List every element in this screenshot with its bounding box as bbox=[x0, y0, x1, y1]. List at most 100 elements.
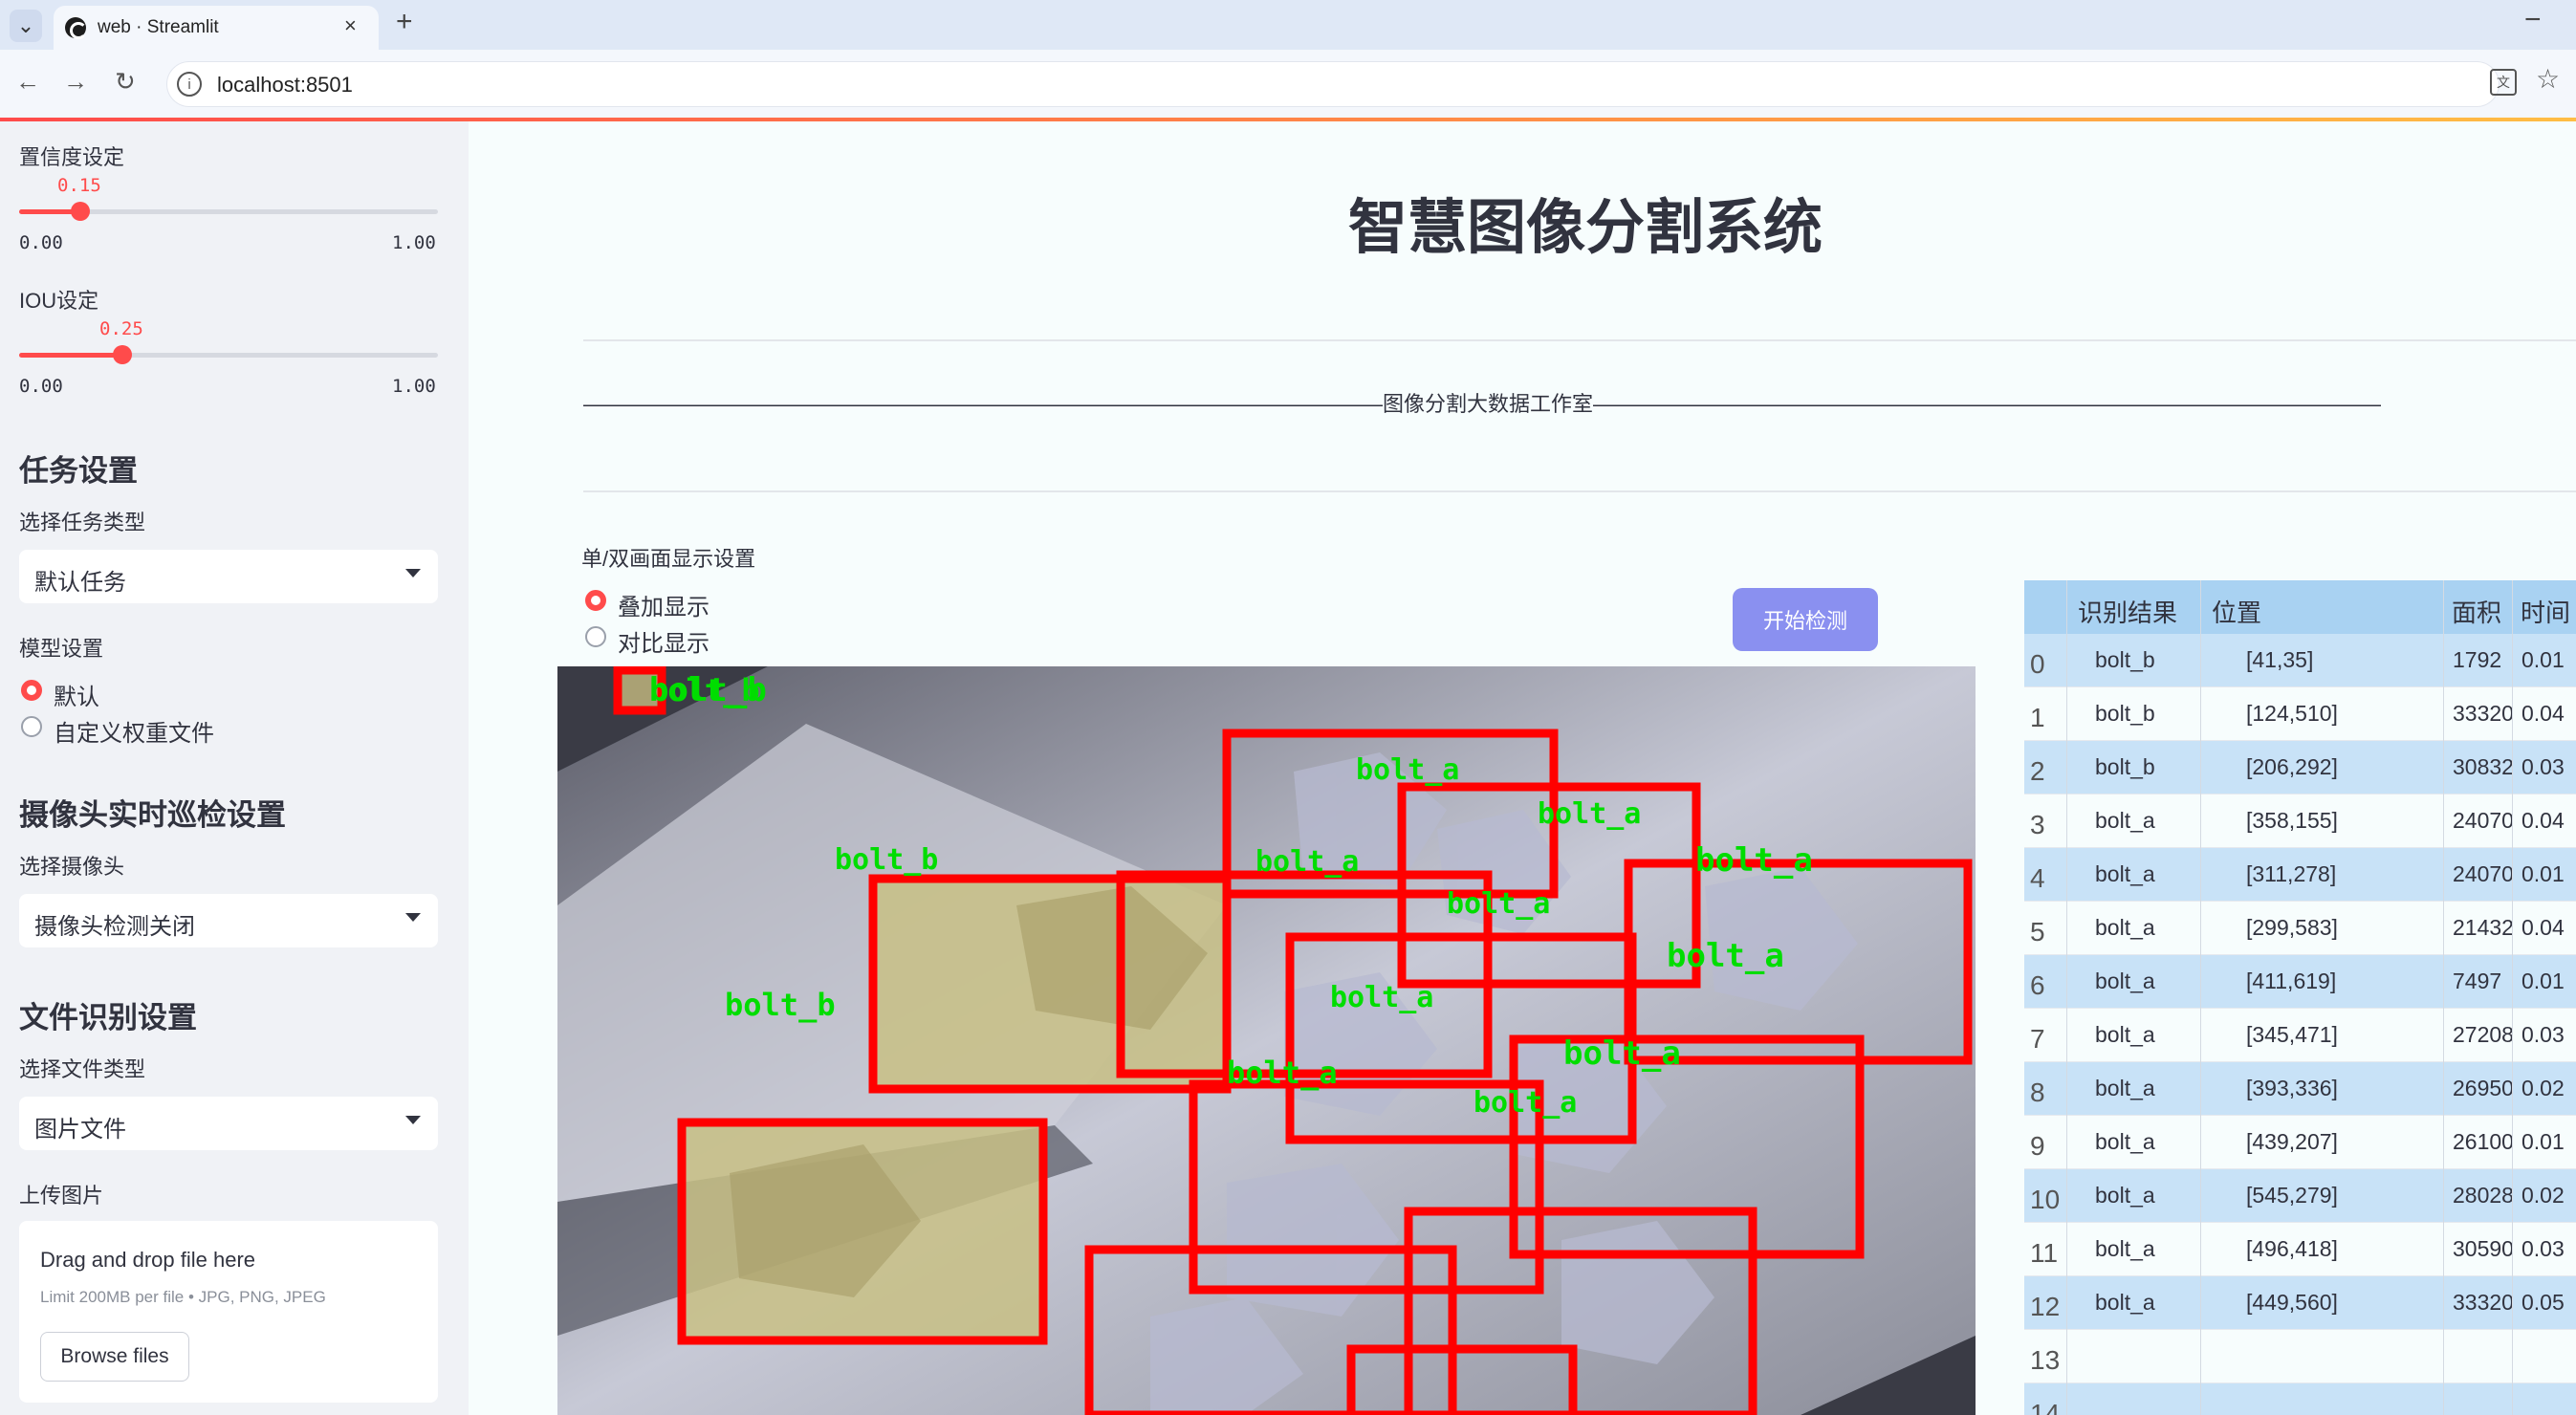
cell-time: 0.03 bbox=[2521, 1236, 2565, 1261]
site-info-icon[interactable]: i bbox=[177, 72, 202, 97]
confidence-label: 置信度设定 bbox=[19, 145, 125, 169]
table-row[interactable]: 10 bolt_a [545,279] 28028 0.02 bbox=[2024, 1169, 2576, 1223]
table-row[interactable]: 14 bbox=[2024, 1383, 2576, 1415]
table-row[interactable]: 0 bolt_b [41,35] 1792 0.01 bbox=[2024, 634, 2576, 687]
col-header-position[interactable]: 位置 bbox=[2212, 594, 2261, 629]
chevron-down-icon bbox=[405, 913, 421, 922]
minimize-icon[interactable]: − bbox=[2524, 4, 2542, 36]
confidence-max: 1.00 bbox=[392, 232, 436, 253]
table-row[interactable]: 2 bolt_b [206,292] 30832 0.03 bbox=[2024, 741, 2576, 795]
start-detection-button[interactable]: 开始检测 bbox=[1733, 588, 1878, 651]
col-header-time[interactable]: 时间 bbox=[2521, 594, 2570, 629]
iou-min: 0.00 bbox=[19, 376, 63, 397]
col-header-area[interactable]: 面积 bbox=[2452, 594, 2501, 629]
cell-result: bolt_a bbox=[2095, 1129, 2155, 1154]
table-row[interactable]: 13 bbox=[2024, 1330, 2576, 1383]
model-custom-radio[interactable] bbox=[21, 716, 42, 737]
table-row[interactable]: 6 bolt_a [411,619] 7497 0.01 bbox=[2024, 955, 2576, 1009]
row-index: 14 bbox=[2030, 1399, 2061, 1415]
overlay-label[interactable]: 叠加显示 bbox=[618, 588, 709, 621]
cell-area: 7497 bbox=[2453, 969, 2502, 993]
translate-icon[interactable]: 文 bbox=[2490, 69, 2517, 96]
cell-position: [411,619] bbox=[2246, 969, 2337, 993]
camera-value: 摄像头检测关闭 bbox=[34, 914, 195, 940]
row-index: 10 bbox=[2030, 1185, 2061, 1214]
compare-radio[interactable] bbox=[585, 626, 606, 647]
row-index: 3 bbox=[2030, 810, 2045, 839]
file-uploader-dropzone[interactable]: Drag and drop file here Limit 200MB per … bbox=[19, 1221, 438, 1403]
cell-time: 0.01 bbox=[2521, 861, 2565, 886]
model-default-radio[interactable] bbox=[21, 680, 42, 701]
box-label: bolt_b bbox=[835, 843, 938, 877]
model-default-label[interactable]: 默认 bbox=[54, 678, 99, 711]
cell-result: bolt_a bbox=[2095, 1183, 2155, 1208]
file-section-heading: 文件识别设置 bbox=[19, 1001, 197, 1034]
browser-tab[interactable]: web · Streamlit × bbox=[54, 6, 379, 50]
row-index: 8 bbox=[2030, 1078, 2045, 1107]
box-label: bolt_b bbox=[649, 672, 760, 708]
address-field[interactable]: i localhost:8501 bbox=[166, 61, 2500, 107]
browse-files-button[interactable]: Browse files bbox=[40, 1332, 189, 1382]
file-type-select[interactable]: 图片文件 bbox=[19, 1097, 438, 1150]
row-index: 7 bbox=[2030, 1024, 2045, 1054]
cell-area: 30832 bbox=[2453, 754, 2514, 779]
cell-result: bolt_b bbox=[2095, 754, 2155, 779]
box-label: bolt_a bbox=[1330, 981, 1433, 1014]
task-type-select[interactable]: 默认任务 bbox=[19, 550, 438, 603]
confidence-slider-thumb[interactable] bbox=[71, 202, 90, 221]
col-header-result[interactable]: 识别结果 bbox=[2078, 594, 2177, 629]
browser-tab-bar: ⌄ web · Streamlit × + − bbox=[0, 0, 2576, 50]
cell-position: [496,418] bbox=[2246, 1236, 2338, 1261]
cell-area: 1792 bbox=[2453, 647, 2502, 672]
forward-icon[interactable]: → bbox=[63, 67, 88, 97]
camera-select[interactable]: 摄像头检测关闭 bbox=[19, 894, 438, 947]
confidence-min: 0.00 bbox=[19, 232, 63, 253]
table-row[interactable]: 3 bolt_a [358,155] 24070 0.04 bbox=[2024, 795, 2576, 848]
table-row[interactable]: 12 bolt_a [449,560] 33320 0.05 bbox=[2024, 1276, 2576, 1330]
box-label: bolt_a bbox=[1227, 1055, 1338, 1091]
overlay-radio[interactable] bbox=[585, 590, 606, 611]
table-row[interactable]: 4 bolt_a [311,278] 24070 0.01 bbox=[2024, 848, 2576, 902]
table-header: 识别结果 位置 面积 时间 bbox=[2024, 580, 2576, 634]
cell-time: 0.04 bbox=[2521, 808, 2565, 833]
iou-slider-thumb[interactable] bbox=[113, 345, 132, 364]
cell-position: [311,278] bbox=[2246, 861, 2337, 886]
back-icon[interactable]: ← bbox=[15, 67, 40, 97]
results-table[interactable]: 识别结果 位置 面积 时间 0 bolt_b [41,35] 1792 0.01 1 bol… bbox=[2024, 580, 2576, 1415]
box-label: bolt_a bbox=[1447, 887, 1550, 921]
bookmark-star-icon[interactable]: ☆ bbox=[2536, 63, 2560, 95]
cell-position: [299,583] bbox=[2246, 915, 2338, 940]
tab-search-icon[interactable]: ⌄ bbox=[10, 10, 42, 42]
url-text[interactable]: localhost:8501 bbox=[217, 73, 353, 98]
cell-result: bolt_b bbox=[2095, 701, 2155, 726]
table-row[interactable]: 8 bolt_a [393,336] 26950 0.02 bbox=[2024, 1062, 2576, 1116]
cell-result: bolt_a bbox=[2095, 861, 2155, 886]
box-label: bolt_a bbox=[1563, 1034, 1681, 1073]
iou-max: 1.00 bbox=[392, 376, 436, 397]
cell-time: 0.03 bbox=[2521, 1022, 2565, 1047]
table-row[interactable]: 5 bolt_a [299,583] 21432 0.04 bbox=[2024, 902, 2576, 955]
studio-divider-text: ——————————————————————————————————————图像… bbox=[583, 392, 2381, 416]
table-row[interactable]: 1 bolt_b [124,510] 33320 0.04 bbox=[2024, 687, 2576, 741]
cell-area: 24070 bbox=[2453, 861, 2514, 886]
row-index: 5 bbox=[2030, 917, 2045, 947]
cell-time: 0.01 bbox=[2521, 1129, 2565, 1154]
compare-label[interactable]: 对比显示 bbox=[618, 624, 709, 658]
reload-icon[interactable]: ↻ bbox=[115, 67, 136, 97]
cell-area: 26100 bbox=[2453, 1129, 2514, 1154]
sidebar: 置信度设定 0.15 0.00 1.00 IOU设定 0.25 0.00 1.0… bbox=[0, 121, 469, 1415]
cell-result: bolt_a bbox=[2095, 915, 2155, 940]
camera-label: 选择摄像头 bbox=[19, 855, 125, 879]
new-tab-icon[interactable]: + bbox=[396, 6, 413, 38]
cell-position: [41,35] bbox=[2246, 647, 2314, 672]
row-index: 9 bbox=[2030, 1131, 2045, 1161]
close-tab-icon[interactable]: × bbox=[344, 13, 357, 38]
cell-position: [358,155] bbox=[2246, 808, 2338, 833]
task-type-value: 默认任务 bbox=[34, 570, 126, 596]
cell-result: bolt_a bbox=[2095, 1022, 2155, 1047]
table-row[interactable]: 11 bolt_a [496,418] 30590 0.03 bbox=[2024, 1223, 2576, 1276]
column-divider bbox=[2443, 580, 2444, 1415]
model-custom-label[interactable]: 自定义权重文件 bbox=[54, 714, 214, 748]
table-row[interactable]: 9 bolt_a [439,207] 26100 0.01 bbox=[2024, 1116, 2576, 1169]
table-row[interactable]: 7 bolt_a [345,471] 27208 0.03 bbox=[2024, 1009, 2576, 1062]
